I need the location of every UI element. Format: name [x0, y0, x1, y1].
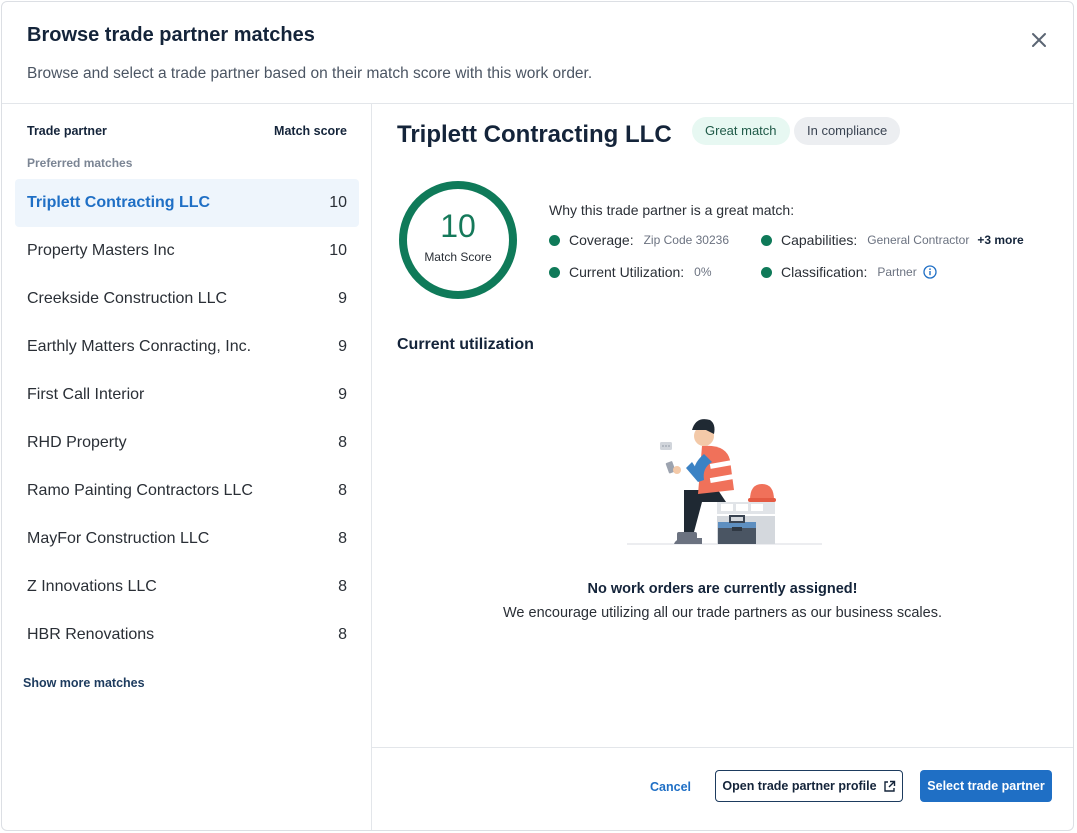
compliance-badge: In compliance — [794, 117, 901, 145]
trade-partner-modal: Browse trade partner matches Browse and … — [1, 1, 1074, 831]
partner-list-panel: Trade partner Match score Preferred matc… — [2, 104, 372, 830]
match-reason-title: Why this trade partner is a great match: — [549, 202, 795, 218]
partner-row-score: 10 — [329, 194, 347, 211]
partner-row-name: MayFor Construction LLC — [27, 530, 210, 547]
partner-row-name: Triplett Contracting LLC — [27, 194, 211, 211]
open-profile-label: Open trade partner profile — [722, 779, 877, 793]
info-icon[interactable] — [923, 265, 937, 279]
capabilities-more-link[interactable]: +3 more — [977, 233, 1023, 247]
partner-row-name: HBR Renovations — [27, 626, 155, 643]
partner-row-score: 8 — [338, 530, 347, 547]
criterion-classification: Classification: Partner — [761, 264, 937, 280]
close-button[interactable] — [1025, 26, 1053, 54]
partner-row[interactable]: Creekside Construction LLC 9 — [15, 275, 359, 323]
show-more-matches-link[interactable]: Show more matches — [23, 676, 145, 690]
empty-state-illustration — [627, 419, 822, 545]
criterion-label: Current Utilization: — [569, 264, 685, 280]
partner-list: Triplett Contracting LLC 10 Property Mas… — [15, 179, 359, 659]
match-score-label: Match Score — [424, 250, 492, 264]
criterion-value: Zip Code 30236 — [643, 233, 729, 247]
partner-row[interactable]: RHD Property 8 — [15, 419, 359, 467]
modal-title: Browse trade partner matches — [27, 24, 315, 46]
partner-detail-panel: Triplett Contracting LLC Great match In … — [372, 104, 1073, 830]
preferred-matches-label: Preferred matches — [27, 156, 133, 170]
modal-subtitle: Browse and select a trade partner based … — [27, 65, 593, 82]
empty-state-title: No work orders are currently assigned! — [587, 581, 858, 597]
partner-row-score: 8 — [338, 434, 347, 451]
criterion-value: 0% — [694, 265, 712, 279]
partner-row-name: Creekside Construction LLC — [27, 290, 228, 307]
partner-row-score: 8 — [338, 482, 347, 499]
criterion-label: Coverage: — [569, 232, 634, 248]
criterion-coverage: Coverage: Zip Code 30236 — [549, 232, 729, 248]
criterion-value: General Contractor — [867, 233, 970, 247]
partner-detail-name: Triplett Contracting LLC — [397, 121, 672, 148]
modal-footer: Cancel Open trade partner profile Select… — [372, 747, 1073, 830]
partner-row[interactable]: Earthly Matters Conracting, Inc. 9 — [15, 323, 359, 371]
match-score-value: 10 — [440, 208, 476, 244]
criterion-label: Classification: — [781, 264, 868, 280]
current-utilization-heading: Current utilization — [397, 336, 534, 353]
select-partner-button[interactable]: Select trade partner — [920, 770, 1052, 802]
open-profile-button[interactable]: Open trade partner profile — [715, 770, 903, 802]
partner-row[interactable]: Ramo Painting Contractors LLC 8 — [15, 467, 359, 515]
criterion-value: Partner — [877, 265, 917, 279]
partner-row-score: 9 — [338, 338, 347, 355]
partner-row-score: 9 — [338, 386, 347, 403]
status-dot — [549, 266, 560, 278]
partner-row-name: First Call Interior — [27, 386, 145, 403]
cancel-button[interactable]: Cancel — [650, 780, 691, 794]
status-dot — [761, 234, 772, 246]
status-dot — [761, 266, 772, 278]
partner-row-name: Z Innovations LLC — [27, 578, 157, 595]
partner-row-score: 10 — [329, 242, 347, 259]
column-header-match-score: Match score — [274, 124, 347, 138]
column-header-trade-partner: Trade partner — [27, 124, 107, 138]
partner-row-name: Earthly Matters Conracting, Inc. — [27, 338, 252, 355]
criterion-utilization: Current Utilization: 0% — [549, 264, 712, 280]
partner-row-score: 9 — [338, 290, 347, 307]
great-match-badge: Great match — [692, 117, 790, 145]
partner-row-name: Property Masters Inc — [27, 242, 175, 259]
partner-row-name: RHD Property — [27, 434, 127, 451]
partner-row-score: 8 — [338, 626, 347, 643]
criterion-label: Capabilities: — [781, 232, 858, 248]
external-link-icon — [883, 780, 895, 792]
partner-row[interactable]: Property Masters Inc 10 — [15, 227, 359, 275]
status-dot — [549, 234, 560, 246]
close-icon — [1032, 33, 1046, 47]
partner-row[interactable]: Z Innovations LLC 8 — [15, 563, 359, 611]
partner-row[interactable]: MayFor Construction LLC 8 — [15, 515, 359, 563]
empty-state-subtitle: We encourage utilizing all our trade par… — [503, 605, 942, 621]
partner-row-name: Ramo Painting Contractors LLC — [27, 482, 253, 499]
criterion-capabilities: Capabilities: General Contractor +3 more — [761, 232, 1024, 248]
partner-row[interactable]: HBR Renovations 8 — [15, 611, 359, 659]
partner-row[interactable]: First Call Interior 9 — [15, 371, 359, 419]
modal-header: Browse trade partner matches Browse and … — [2, 2, 1073, 104]
partner-row-selected[interactable]: Triplett Contracting LLC 10 — [15, 179, 359, 227]
partner-row-score: 8 — [338, 578, 347, 595]
